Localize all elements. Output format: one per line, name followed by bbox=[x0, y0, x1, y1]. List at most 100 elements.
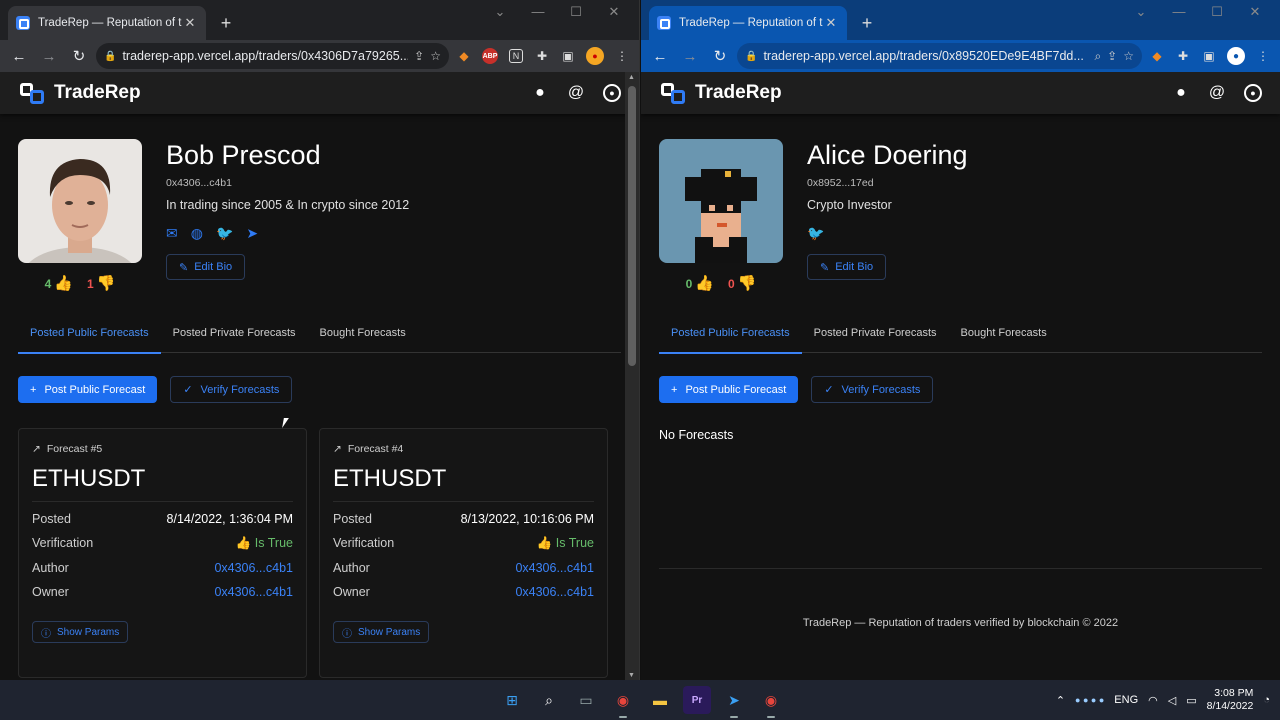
chevron-up-icon[interactable]: ⌃ bbox=[1056, 694, 1065, 707]
github-icon[interactable]: ● bbox=[1172, 84, 1190, 102]
extensions-puzzle-icon[interactable]: ✚ bbox=[1172, 45, 1194, 67]
side-panel-icon[interactable]: ▣ bbox=[557, 45, 579, 67]
profile-avatar-icon[interactable]: ● bbox=[586, 47, 604, 65]
new-tab-button[interactable]: + bbox=[212, 9, 240, 37]
menu-kebab-icon[interactable]: ⋮ bbox=[611, 45, 633, 67]
maximize-icon[interactable]: ☐ bbox=[557, 4, 595, 20]
scrollbar-thumb[interactable] bbox=[628, 86, 636, 366]
minimize-icon[interactable]: — bbox=[519, 4, 557, 20]
tab-posted-private[interactable]: Posted Private Forecasts bbox=[814, 321, 937, 353]
post-public-forecast-button[interactable]: + Post Public Forecast bbox=[18, 376, 158, 403]
brand-logo[interactable]: TradeRep bbox=[18, 79, 141, 107]
thumbs-down-icon[interactable]: 👎 bbox=[97, 275, 116, 292]
minimize-icon[interactable]: — bbox=[1160, 4, 1198, 20]
tab-posted-public[interactable]: Posted Public Forecasts bbox=[659, 321, 802, 354]
file-explorer-dim-icon[interactable]: ▭ bbox=[572, 686, 600, 714]
browser-tab[interactable]: TradeRep — Reputation of trader ✕ bbox=[8, 6, 206, 40]
upvote-group[interactable]: 0 👍 bbox=[686, 274, 714, 292]
notion-extension-icon[interactable]: N bbox=[509, 49, 523, 63]
maximize-icon[interactable]: ☐ bbox=[1198, 4, 1236, 20]
menu-kebab-icon[interactable]: ⋮ bbox=[1252, 45, 1274, 67]
clock[interactable]: 3:08 PM 8/14/2022 bbox=[1207, 687, 1254, 713]
edit-bio-button[interactable]: ✎ Edit Bio bbox=[807, 254, 887, 280]
telegram-icon[interactable]: ➤ bbox=[246, 225, 258, 242]
chevron-down-icon[interactable]: ⌄ bbox=[481, 4, 519, 20]
share-icon[interactable]: ⇪ bbox=[414, 49, 424, 63]
notifications-icon[interactable]: ◔ bbox=[1263, 694, 1270, 706]
forward-icon[interactable]: → bbox=[677, 43, 703, 69]
close-tab-icon[interactable]: ✕ bbox=[823, 15, 839, 31]
address-bar[interactable]: 🔒 traderep-app.vercel.app/traders/0x8952… bbox=[737, 43, 1142, 69]
account-icon[interactable]: ● bbox=[603, 84, 621, 102]
show-params-button[interactable]: ⓘ Show Params bbox=[32, 621, 129, 643]
metamask-extension-icon[interactable]: ◆ bbox=[453, 45, 475, 67]
reload-icon[interactable]: ↻ bbox=[66, 43, 92, 69]
tab-posted-public[interactable]: Posted Public Forecasts bbox=[18, 321, 161, 354]
bookmark-star-icon[interactable]: ☆ bbox=[1123, 49, 1134, 63]
edit-bio-button[interactable]: ✎ Edit Bio bbox=[166, 254, 246, 280]
thumbs-up-icon[interactable]: 👍 bbox=[54, 275, 73, 292]
extensions-puzzle-icon[interactable]: ✚ bbox=[531, 45, 553, 67]
owner-link[interactable]: 0x4306...c4b1 bbox=[515, 585, 594, 599]
start-windows-icon[interactable]: ⊞ bbox=[498, 686, 526, 714]
chevron-down-icon[interactable]: ⌄ bbox=[1122, 4, 1160, 20]
premiere-pro-icon[interactable]: Pr bbox=[683, 686, 711, 714]
tray-app-icons[interactable]: ● ● ● ● bbox=[1075, 695, 1104, 705]
close-window-icon[interactable]: ✕ bbox=[1236, 4, 1274, 20]
twitter-icon[interactable]: 🐦 bbox=[216, 225, 233, 242]
scroll-down-icon[interactable]: ▼ bbox=[628, 672, 635, 679]
globe-icon[interactable]: ◍ bbox=[191, 225, 203, 242]
wifi-icon[interactable]: ◠ bbox=[1148, 694, 1158, 707]
email-icon[interactable]: ✉ bbox=[166, 225, 178, 242]
profile-avatar-icon[interactable]: ● bbox=[1227, 47, 1245, 65]
reload-icon[interactable]: ↻ bbox=[707, 43, 733, 69]
zoom-search-icon[interactable]: ⌕ bbox=[1094, 49, 1101, 64]
thumbs-up-icon[interactable]: 👍 bbox=[695, 275, 714, 292]
forward-icon[interactable]: → bbox=[36, 43, 62, 69]
tab-posted-private[interactable]: Posted Private Forecasts bbox=[173, 321, 296, 353]
post-public-forecast-button[interactable]: + Post Public Forecast bbox=[659, 376, 799, 403]
brand-logo[interactable]: TradeRep bbox=[659, 79, 782, 107]
show-params-button[interactable]: ⓘ Show Params bbox=[333, 621, 430, 643]
back-icon[interactable]: ← bbox=[647, 43, 673, 69]
address-bar[interactable]: 🔒 traderep-app.vercel.app/traders/0x4306… bbox=[96, 43, 449, 69]
upvote-group[interactable]: 4 👍 bbox=[45, 274, 73, 292]
trending-up-icon: ↗ bbox=[333, 443, 342, 455]
at-sign-icon[interactable]: @ bbox=[1208, 84, 1226, 102]
adblock-extension-icon[interactable]: ABP bbox=[482, 48, 498, 64]
account-icon[interactable]: ● bbox=[1244, 84, 1262, 102]
chrome-icon[interactable]: ◉ bbox=[609, 686, 637, 718]
language-indicator[interactable]: ENG bbox=[1114, 694, 1138, 706]
share-icon[interactable]: ⇪ bbox=[1107, 49, 1117, 63]
at-sign-icon[interactable]: @ bbox=[567, 84, 585, 102]
verify-forecasts-button[interactable]: ✓ Verify Forecasts bbox=[170, 376, 293, 403]
back-icon[interactable]: ← bbox=[6, 43, 32, 69]
author-link[interactable]: 0x4306...c4b1 bbox=[214, 561, 293, 575]
downvote-group[interactable]: 0 👎 bbox=[728, 274, 756, 292]
author-link[interactable]: 0x4306...c4b1 bbox=[515, 561, 594, 575]
folder-icon[interactable]: ▬ bbox=[646, 686, 674, 714]
metamask-extension-icon[interactable]: ◆ bbox=[1146, 45, 1168, 67]
page-scrollbar[interactable]: ▲ ▼ bbox=[625, 72, 639, 680]
close-tab-icon[interactable]: ✕ bbox=[182, 15, 198, 31]
twitter-icon[interactable]: 🐦 bbox=[807, 225, 824, 242]
close-window-icon[interactable]: ✕ bbox=[595, 4, 633, 20]
owner-link[interactable]: 0x4306...c4b1 bbox=[214, 585, 293, 599]
new-tab-button[interactable]: + bbox=[853, 9, 881, 37]
side-panel-icon[interactable]: ▣ bbox=[1198, 45, 1220, 67]
tab-bought[interactable]: Bought Forecasts bbox=[320, 321, 406, 353]
search-icon[interactable]: ⌕ bbox=[535, 686, 563, 714]
telegram-icon[interactable]: ➤ bbox=[720, 686, 748, 718]
thumbs-down-icon[interactable]: 👎 bbox=[738, 275, 757, 292]
bookmark-star-icon[interactable]: ☆ bbox=[430, 49, 441, 63]
scroll-up-icon[interactable]: ▲ bbox=[628, 74, 635, 81]
github-icon[interactable]: ● bbox=[531, 84, 549, 102]
tab-strip: TradeRep — Reputation of trader ✕ + ⌄ — … bbox=[0, 0, 639, 40]
browser-tab[interactable]: TradeRep — Reputation of trader ✕ bbox=[649, 6, 847, 40]
chrome-profile-icon[interactable]: ◉ bbox=[757, 686, 785, 718]
volume-icon[interactable]: ◁ bbox=[1168, 694, 1176, 707]
battery-icon[interactable]: ▭ bbox=[1186, 694, 1196, 707]
downvote-group[interactable]: 1 👎 bbox=[87, 274, 115, 292]
verify-forecasts-button[interactable]: ✓ Verify Forecasts bbox=[811, 376, 934, 403]
tab-bought[interactable]: Bought Forecasts bbox=[961, 321, 1047, 353]
